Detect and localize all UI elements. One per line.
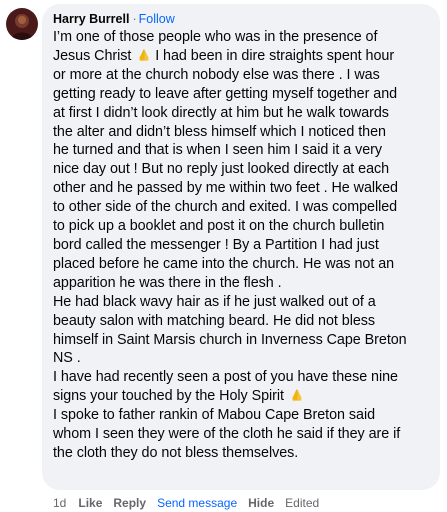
praying-hands-icon xyxy=(290,388,304,402)
comment-line: bord called the messenger ! By a Partiti… xyxy=(53,236,379,253)
comment-line: Jesus Christ I had been in dire straight… xyxy=(53,47,430,66)
hide-button[interactable]: Hide xyxy=(248,496,274,510)
comment-line: the alter and didn’t bless himself which… xyxy=(53,123,386,140)
comment-line: to pick up a booklet and post it on the … xyxy=(53,218,385,235)
comment-line-text: Jesus Christ xyxy=(53,47,132,64)
comment-text: I’m one of those people who was in the p… xyxy=(53,28,430,463)
separator-dot: · xyxy=(132,12,137,26)
praying-hands-icon xyxy=(137,48,151,62)
comment-bubble: Harry Burrell · Follow I’m one of those pe… xyxy=(42,4,440,490)
comment-line: himself in Saint Marsis church in Invern… xyxy=(53,331,407,348)
comment-line: apparition he was there in the flesh . xyxy=(53,274,282,291)
comment-line-text: signs your touched by the Holy Spirit xyxy=(53,388,284,405)
timestamp-link[interactable]: 1d xyxy=(53,496,66,510)
comment-line: I’m one of those people who was in the p… xyxy=(53,29,378,45)
comment-line: he turned and that is when I seen him I … xyxy=(53,142,382,159)
comment-header: Harry Burrell · Follow xyxy=(53,12,430,27)
comment-line: nice day out ! But no reply just looked … xyxy=(53,161,390,178)
like-button[interactable]: Like xyxy=(78,496,102,510)
comment-line: the cloth they do not bless themselves. xyxy=(53,444,299,461)
comment-line: at first I didn’t look directly at him b… xyxy=(53,104,389,121)
author-name[interactable]: Harry Burrell xyxy=(53,12,129,26)
comment-line: to other side of the church and exited. … xyxy=(53,199,398,216)
comment-line: signs your touched by the Holy Spirit xyxy=(53,387,430,406)
reply-button[interactable]: Reply xyxy=(113,496,146,510)
comment-line: whom I seen they were of the cloth he sa… xyxy=(53,426,401,443)
comment-line: getting ready to leave after getting mys… xyxy=(53,85,398,102)
comment-line: I spoke to father rankin of Mabou Cape B… xyxy=(53,407,376,424)
comment-line: He had black wavy hair as if he just wal… xyxy=(53,293,376,310)
avatar[interactable] xyxy=(6,8,38,40)
comment-line: NS . xyxy=(53,350,81,367)
comment-line: other and he passed by me within two fee… xyxy=(53,180,398,197)
follow-button[interactable]: Follow xyxy=(139,12,175,26)
comment-line: I have had recently seen a post of you h… xyxy=(53,369,398,386)
comment-actions: 1d Like Reply Send message Hide Edited xyxy=(42,495,330,511)
comment-line: or more at the church nobody else was th… xyxy=(53,66,380,83)
edited-label: Edited xyxy=(285,496,320,510)
send-message-button[interactable]: Send message xyxy=(157,496,237,510)
comment-line-text: I had been in dire straights spent hour xyxy=(155,47,395,64)
comment-line: beauty salon with matching beard. He did… xyxy=(53,312,376,329)
comment-line: placed before he came into the church. H… xyxy=(53,255,395,272)
